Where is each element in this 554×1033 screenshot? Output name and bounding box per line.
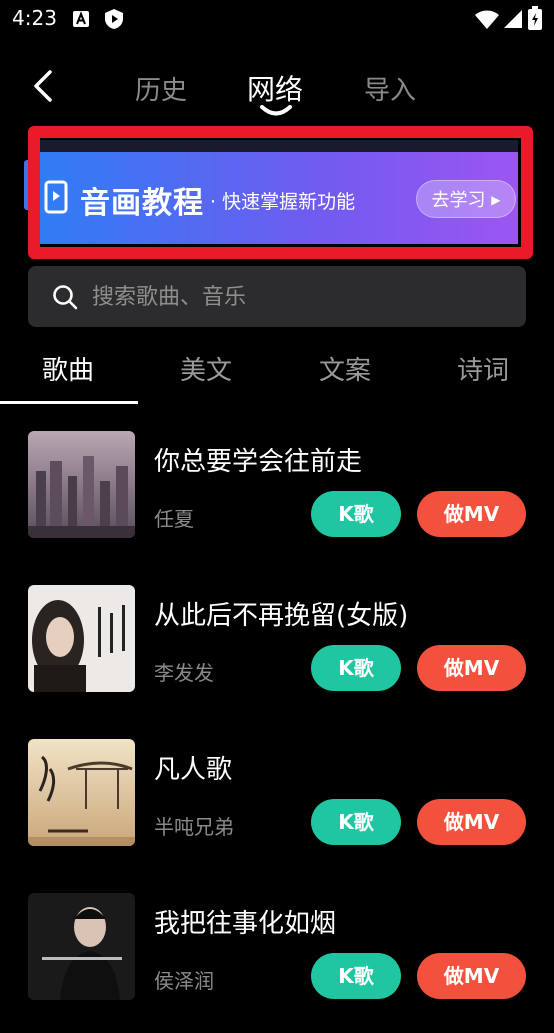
karaoke-button[interactable]: K歌 <box>311 799 401 845</box>
song-artist: 李发发 <box>154 661 214 685</box>
search-bar[interactable] <box>28 266 526 329</box>
album-cover <box>28 431 135 538</box>
highlight-box <box>28 126 533 259</box>
active-category-underline <box>0 401 138 404</box>
back-arrow-icon[interactable] <box>28 68 60 104</box>
karaoke-button[interactable]: K歌 <box>311 953 401 999</box>
tab-songs[interactable]: 歌曲 <box>42 350 94 387</box>
song-title: 从此后不再挽留(女版) <box>154 601 409 631</box>
search-input[interactable] <box>90 266 514 329</box>
karaoke-button[interactable]: K歌 <box>311 645 401 691</box>
song-item[interactable]: 你总要学会往前走 任夏 K歌 做MV <box>0 431 554 571</box>
tab-poetry[interactable]: 诗词 <box>457 350 509 387</box>
karaoke-button[interactable]: K歌 <box>311 491 401 537</box>
song-title: 你总要学会往前走 <box>154 447 363 477</box>
album-cover <box>28 585 135 692</box>
status-time: 4:23 <box>12 6 57 30</box>
song-item[interactable]: 我把往事化如烟 侯泽润 K歌 做MV <box>0 893 554 1033</box>
tab-copywriting[interactable]: 文案 <box>319 350 371 387</box>
make-mv-button[interactable]: 做MV <box>417 953 526 999</box>
album-cover <box>28 739 135 846</box>
battery-icon <box>528 6 542 30</box>
tab-network[interactable]: 网络 <box>247 68 303 108</box>
song-artist: 半吨兄弟 <box>154 815 234 839</box>
tab-import[interactable]: 导入 <box>364 70 416 107</box>
song-title: 凡人歌 <box>154 755 233 785</box>
song-title: 我把往事化如烟 <box>154 909 337 939</box>
make-mv-button[interactable]: 做MV <box>417 799 526 845</box>
search-icon <box>53 285 78 310</box>
album-cover <box>28 893 135 1000</box>
cellular-signal-icon <box>504 10 522 28</box>
song-artist: 侯泽润 <box>154 969 214 993</box>
make-mv-button[interactable]: 做MV <box>417 645 526 691</box>
song-item[interactable]: 凡人歌 半吨兄弟 K歌 做MV <box>0 739 554 879</box>
shield-notification-icon <box>105 9 123 29</box>
song-item[interactable]: 从此后不再挽留(女版) 李发发 K歌 做MV <box>0 585 554 725</box>
song-artist: 任夏 <box>154 507 194 531</box>
keyboard-notification-icon <box>73 11 89 27</box>
make-mv-button[interactable]: 做MV <box>417 491 526 537</box>
active-tab-indicator <box>260 105 292 116</box>
status-bar: 4:23 <box>0 0 554 40</box>
tab-history[interactable]: 历史 <box>135 70 187 107</box>
wifi-icon <box>475 10 499 29</box>
tab-prose[interactable]: 美文 <box>180 350 232 387</box>
